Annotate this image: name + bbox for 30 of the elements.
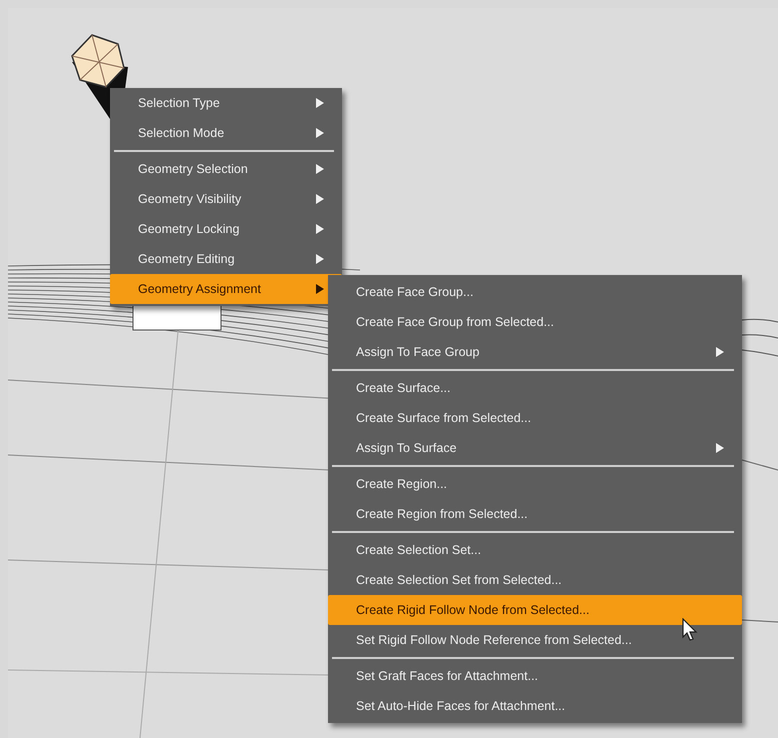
menu-item[interactable]: Geometry Visibility: [110, 184, 342, 214]
menu-item[interactable]: Geometry Locking: [110, 214, 342, 244]
submenu-arrow-icon: [316, 194, 324, 204]
menu-item[interactable]: Create Face Group from Selected...: [328, 307, 742, 337]
submenu-arrow-icon: [316, 224, 324, 234]
menu-item[interactable]: Selection Mode: [110, 118, 342, 148]
menu-item[interactable]: Create Selection Set from Selected...: [328, 565, 742, 595]
menu-item[interactable]: Set Graft Faces for Attachment...: [328, 661, 742, 691]
menu-item[interactable]: Create Rigid Follow Node from Selected...: [328, 595, 742, 625]
menu-item[interactable]: Create Region from Selected...: [328, 499, 742, 529]
submenu-arrow-icon: [716, 347, 724, 357]
menu-item[interactable]: Create Region...: [328, 469, 742, 499]
menu-item[interactable]: Geometry Assignment: [110, 274, 342, 304]
mouse-cursor-icon: [682, 618, 698, 642]
menu-item[interactable]: Geometry Selection: [110, 154, 342, 184]
submenu-arrow-icon: [316, 164, 324, 174]
menu-item[interactable]: Create Selection Set...: [328, 535, 742, 565]
submenu-arrow-icon: [316, 284, 324, 294]
submenu-arrow-icon: [316, 128, 324, 138]
menu-item[interactable]: Create Surface from Selected...: [328, 403, 742, 433]
menu-item[interactable]: Assign To Face Group: [328, 337, 742, 367]
submenu-arrow-icon: [716, 443, 724, 453]
menu-item[interactable]: Assign To Surface: [328, 433, 742, 463]
menu-item[interactable]: Create Surface...: [328, 373, 742, 403]
menu-item[interactable]: Selection Type: [110, 88, 342, 118]
menu-item[interactable]: Set Rigid Follow Node Reference from Selected...: [328, 625, 742, 655]
submenu-arrow-icon: [316, 98, 324, 108]
submenu-arrow-icon: [316, 254, 324, 264]
menu-item[interactable]: Geometry Editing: [110, 244, 342, 274]
menu-item[interactable]: Set Auto-Hide Faces for Attachment...: [328, 691, 742, 721]
